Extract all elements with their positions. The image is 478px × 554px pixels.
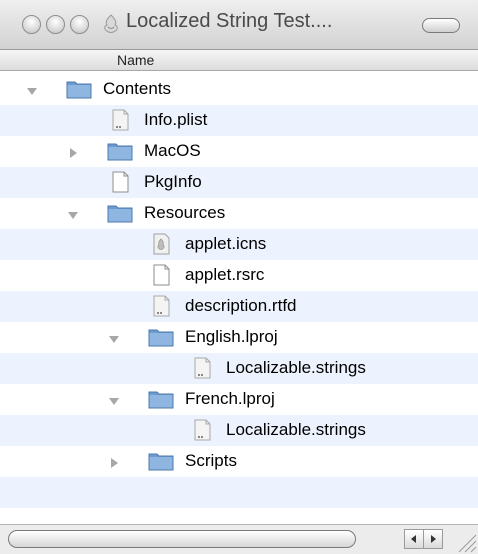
list-row[interactable]: Localizable.strings [0, 353, 478, 384]
list-row[interactable]: MacOS [0, 136, 478, 167]
applescript-proxy-icon[interactable] [101, 13, 121, 35]
zoom-button[interactable] [70, 15, 89, 34]
disclosure-expanded-icon[interactable] [26, 84, 38, 96]
minimize-button[interactable] [46, 15, 65, 34]
empty-row [0, 477, 478, 508]
file-list: Contents Info.plist MacOS PkgInfo Resources a… [0, 74, 478, 508]
document-icon[interactable] [148, 295, 174, 317]
document-icon[interactable] [148, 264, 174, 286]
list-row[interactable]: Info.plist [0, 105, 478, 136]
list-row[interactable]: Resources [0, 198, 478, 229]
folder-icon[interactable] [107, 202, 133, 224]
disclosure-expanded-icon[interactable] [108, 332, 120, 344]
disclosure-expanded-icon[interactable] [67, 208, 79, 220]
list-row[interactable]: French.lproj [0, 384, 478, 415]
close-button[interactable] [22, 15, 41, 34]
folder-icon[interactable] [148, 450, 174, 472]
item-label[interactable]: Contents [103, 79, 171, 99]
horizontal-scrollbar[interactable] [0, 524, 478, 554]
toolbar-toggle-button[interactable] [422, 18, 460, 33]
folder-icon[interactable] [66, 78, 92, 100]
finder-window: Localized String Test.... Name Contents I… [0, 0, 478, 554]
list-row[interactable]: Contents [0, 74, 478, 105]
scroll-right-button[interactable] [423, 529, 443, 549]
item-label[interactable]: French.lproj [185, 389, 275, 409]
disclosure-expanded-icon[interactable] [108, 394, 120, 406]
item-label[interactable]: applet.rsrc [185, 265, 264, 285]
item-label[interactable]: description.rtfd [185, 296, 297, 316]
window-title: Localized String Test.... [126, 10, 333, 32]
document-icon[interactable] [189, 357, 215, 379]
title-bar[interactable]: Localized String Test.... [0, 0, 478, 50]
column-header-name[interactable]: Name [117, 52, 154, 68]
item-label[interactable]: MacOS [144, 141, 201, 161]
arrow-right-icon [431, 535, 436, 543]
document-icon[interactable] [107, 171, 133, 193]
disclosure-collapsed-icon[interactable] [108, 456, 120, 468]
folder-icon[interactable] [148, 326, 174, 348]
list-row[interactable]: English.lproj [0, 322, 478, 353]
document-icon[interactable] [189, 419, 215, 441]
scroll-left-button[interactable] [404, 529, 424, 549]
document-icon[interactable] [107, 109, 133, 131]
list-row[interactable]: description.rtfd [0, 291, 478, 322]
item-label[interactable]: applet.icns [185, 234, 266, 254]
icon-file-icon[interactable] [148, 233, 174, 255]
list-row[interactable]: applet.rsrc [0, 260, 478, 291]
list-row[interactable]: Scripts [0, 446, 478, 477]
folder-icon[interactable] [148, 388, 174, 410]
list-row[interactable]: applet.icns [0, 229, 478, 260]
item-label[interactable]: Resources [144, 203, 225, 223]
item-label[interactable]: English.lproj [185, 327, 278, 347]
folder-icon[interactable] [107, 140, 133, 162]
resize-grip-icon[interactable] [447, 525, 478, 554]
disclosure-collapsed-icon[interactable] [67, 146, 79, 158]
item-label[interactable]: PkgInfo [144, 172, 202, 192]
item-label[interactable]: Info.plist [144, 110, 207, 130]
column-header-bar: Name [0, 50, 478, 71]
arrow-left-icon [411, 535, 416, 543]
list-row[interactable]: Localizable.strings [0, 415, 478, 446]
item-label[interactable]: Localizable.strings [226, 358, 366, 378]
item-label[interactable]: Scripts [185, 451, 237, 471]
scrollbar-thumb[interactable] [8, 530, 356, 548]
item-label[interactable]: Localizable.strings [226, 420, 366, 440]
list-row[interactable]: PkgInfo [0, 167, 478, 198]
